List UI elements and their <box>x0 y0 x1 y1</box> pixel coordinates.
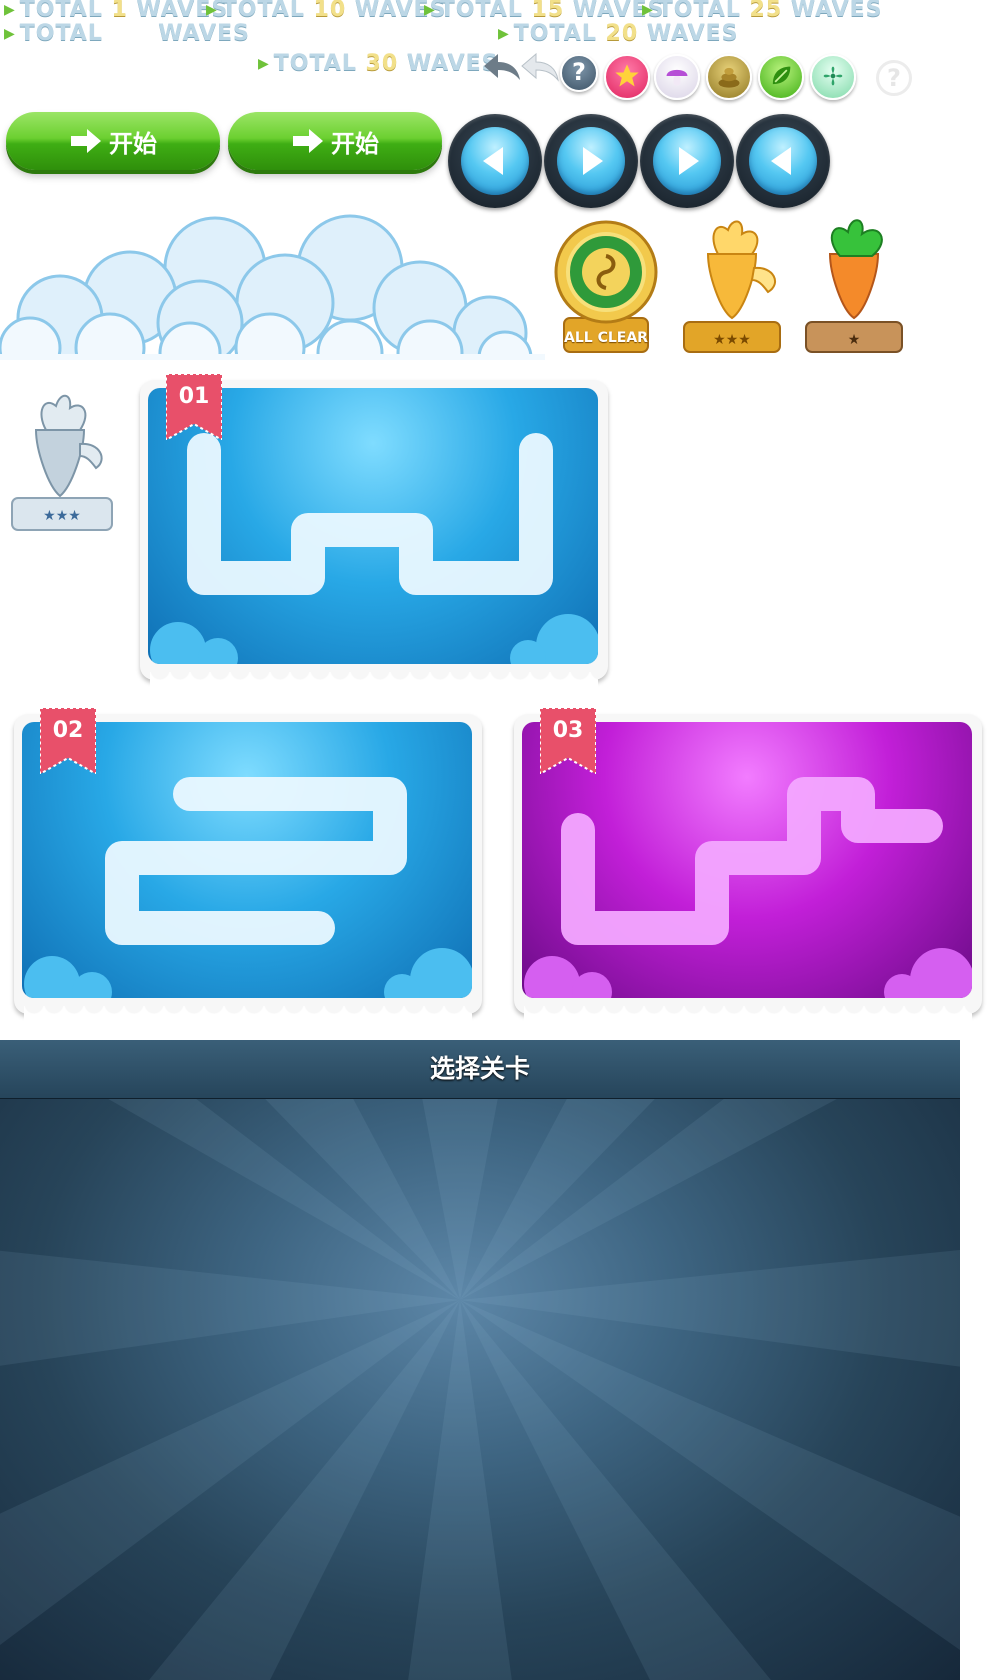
mushroom-shape-icon <box>666 69 688 86</box>
level-number: 01 <box>178 384 210 409</box>
level-ribbon: 01 <box>165 373 223 442</box>
right-arrow-icon <box>583 147 603 175</box>
play-icon: ▶ <box>4 26 16 42</box>
help-icon[interactable]: ? <box>560 54 598 92</box>
fan-shape-icon <box>823 66 843 86</box>
poop-shape-icon <box>718 67 740 88</box>
nav-left-button-1[interactable] <box>448 114 542 208</box>
trophy-label: ★ <box>847 332 861 348</box>
panel-title: 选择关卡 <box>0 1040 960 1099</box>
trophy-silver-carrot: ★★★ <box>10 386 116 536</box>
back-arrow-icon[interactable] <box>482 52 522 82</box>
poop-icon[interactable] <box>706 54 752 100</box>
level-ribbon: 03 <box>539 707 597 776</box>
play-icon: ▶ <box>642 2 654 18</box>
start-button-1[interactable]: 开始 <box>6 112 220 170</box>
card-scallop <box>524 1006 972 1024</box>
start-button-label: 开始 <box>109 129 157 158</box>
level-card-01[interactable]: 01 <box>140 373 608 696</box>
right-arrow-icon <box>679 147 699 175</box>
wave-label-30: ▶ TOTAL 30 WAVES <box>258 51 499 76</box>
level-card-03[interactable]: 03 <box>514 707 982 1030</box>
wave-label-blank: ▶ TOTAL WAVES <box>4 21 250 46</box>
play-icon: ▶ <box>258 56 270 72</box>
left-arrow-icon <box>771 147 791 175</box>
wave-label-15: ▶ TOTAL 15 WAVES <box>424 0 665 22</box>
help-glyph: ? <box>572 58 586 86</box>
star-shape-icon <box>615 64 639 87</box>
left-arrow-icon <box>483 147 503 175</box>
leaf-shape-icon <box>772 66 791 85</box>
mushroom-icon[interactable] <box>654 54 700 100</box>
nav-right-button-1[interactable] <box>544 114 638 208</box>
play-icon: ▶ <box>4 2 16 18</box>
trophy-all-clear: ALL CLEAR <box>552 218 660 360</box>
trophy-carrot: ★ <box>800 214 908 360</box>
sunburst-background <box>0 1040 960 1680</box>
start-button-2[interactable]: 开始 <box>228 112 442 170</box>
level-select-panel: 选择关卡 <box>0 1040 960 1680</box>
back-arrow-disabled-icon[interactable] <box>520 52 560 82</box>
leaf-icon[interactable] <box>758 54 804 100</box>
card-scallop <box>24 1006 472 1024</box>
cloud-decoration <box>0 214 545 360</box>
trophy-label: ★★★ <box>713 332 751 348</box>
wave-label-20: ▶ TOTAL 20 WAVES <box>498 21 739 46</box>
level-number: 03 <box>552 718 584 743</box>
level-card-02[interactable]: 02 <box>14 707 482 1030</box>
wave-label-10: ▶ TOTAL 10 WAVES <box>206 0 447 22</box>
star-icon[interactable] <box>604 54 650 100</box>
trophy-label: ALL CLEAR <box>564 330 648 346</box>
help-disabled-glyph: ? <box>887 64 901 92</box>
trophy-gold-carrot: ★★★ <box>678 214 786 360</box>
wave-label-25: ▶ TOTAL 25 WAVES <box>642 0 883 22</box>
level-ribbon: 02 <box>39 707 97 776</box>
trophy-label: ★★★ <box>43 508 81 524</box>
level-number: 02 <box>52 718 84 743</box>
play-icon: ▶ <box>498 26 510 42</box>
nav-left-button-2[interactable] <box>736 114 830 208</box>
help-disabled-icon: ? <box>876 60 912 96</box>
fan-icon[interactable] <box>810 54 856 100</box>
wave-label-1: ▶ TOTAL 1 WAVES <box>4 0 229 22</box>
nav-right-button-2[interactable] <box>640 114 734 208</box>
play-icon: ▶ <box>424 2 436 18</box>
play-icon: ▶ <box>206 2 218 18</box>
arrow-right-icon <box>293 129 323 153</box>
card-scallop <box>150 672 598 690</box>
arrow-right-icon <box>71 129 101 153</box>
start-button-label: 开始 <box>331 129 379 158</box>
